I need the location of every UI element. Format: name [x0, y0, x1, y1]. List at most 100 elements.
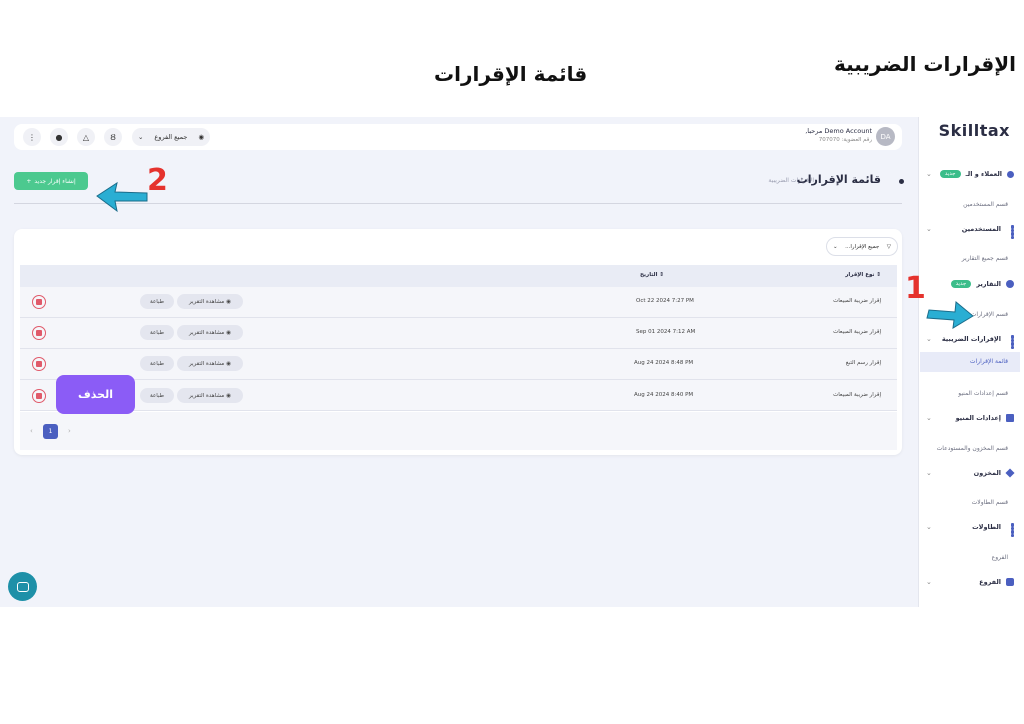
sidebar-item-label: إعدادات المنيو: [955, 414, 1001, 422]
chevron-down-icon: ⌄: [833, 243, 838, 250]
box-icon: [1005, 468, 1015, 478]
chevron-down-icon: ⌄: [926, 469, 932, 477]
row-date: Sep 01 2024 7:12 AM: [636, 329, 696, 335]
chevron-down-icon: ⌄: [926, 170, 932, 178]
section-label-branches: الفروع: [991, 554, 1008, 561]
sidebar-item-branches[interactable]: الفروع ⌄: [922, 573, 1020, 591]
section-label-reports: قسم جميع التقارير: [961, 255, 1008, 262]
create-return-button[interactable]: إنشاء إقرار جديد +: [14, 172, 88, 190]
view-report-button[interactable]: ◉ مشاهدة التقرير: [177, 356, 243, 371]
row-date: Aug 24 2024 8:48 PM: [634, 360, 694, 366]
sidebar-item-reports[interactable]: التقارير جديد: [922, 275, 1020, 293]
settings-icon[interactable]: ●: [50, 128, 68, 146]
sidebar-item-menu-settings[interactable]: إعدادات المنيو ⌄: [922, 409, 1020, 427]
welcome-text: Demo Account مرحبا,: [805, 127, 872, 135]
sidebar-item-label: التقارير: [976, 280, 1001, 288]
trash-icon[interactable]: [32, 357, 46, 371]
sidebar-item-label: العملاء و الـ: [965, 170, 1002, 178]
filter-label: جميع الإقرارا...: [845, 243, 880, 250]
print-button[interactable]: طباعة: [140, 388, 174, 403]
sidebar-subitem-returns-list[interactable]: قائمة الإقرارات: [970, 358, 1008, 365]
sidebar-item-tax-returns[interactable]: الإقرارات الضريبية ⌄: [922, 330, 1020, 349]
trash-icon[interactable]: [32, 295, 46, 309]
chevron-down-icon: ⌄: [926, 225, 932, 233]
new-badge: جديد: [939, 170, 961, 178]
new-badge: جديد: [950, 280, 972, 288]
pie-chart-icon: [1006, 280, 1014, 288]
chevron-down-icon: ⌄: [138, 133, 144, 141]
section-label-tables: قسم الطاولات: [971, 499, 1008, 506]
chevron-left-icon[interactable]: ‹: [30, 427, 33, 435]
section-label-returns: قسم الإقرارات: [970, 311, 1008, 318]
chevron-down-icon: ⌄: [926, 414, 932, 422]
create-button-label: إنشاء إقرار جديد: [34, 177, 76, 185]
sidebar-item-inventory[interactable]: المخزون ⌄: [922, 464, 1020, 482]
more-icon[interactable]: ⋮: [23, 128, 41, 146]
row-type: إقرار رسم التبغ: [845, 360, 881, 366]
eye-icon: ◉: [226, 298, 232, 305]
chevron-down-icon: ⌄: [926, 523, 932, 531]
eye-icon: ◉: [226, 360, 232, 367]
print-button[interactable]: طباعة: [140, 356, 174, 371]
language-icon[interactable]: Ȣ: [104, 128, 122, 146]
bell-icon[interactable]: △: [77, 128, 95, 146]
branch-icon: [1006, 578, 1014, 586]
sidebar-item-label: الفروع: [979, 578, 1001, 586]
arrow-icon: [96, 181, 148, 213]
column-header-type[interactable]: ⇕ نوع الإقرار: [845, 272, 881, 278]
member-number: رقم العضوية: 707070: [818, 137, 872, 143]
eye-icon: ◉: [226, 392, 232, 399]
section-label-menu: قسم إعدادات المنيو: [958, 390, 1008, 397]
page-title: قائمة الإقرارات: [796, 173, 881, 186]
trash-icon[interactable]: [32, 389, 46, 403]
branch-icon: ◉: [198, 133, 204, 141]
sidebar-item-label: المخزون: [973, 469, 1001, 477]
branch-select-label: جميع الفروع: [154, 133, 188, 141]
grid-icon: [1006, 523, 1014, 537]
breadcrumb-dot-icon: [899, 179, 904, 184]
row-date: Aug 24 2024 8:40 PM: [634, 392, 694, 398]
row-type: إقرار ضريبة المبيعات: [833, 329, 881, 335]
table-footer: [20, 412, 897, 450]
heading-returns-list: قائمة الإقرارات: [434, 62, 588, 86]
trash-icon[interactable]: [32, 326, 46, 340]
print-button[interactable]: طباعة: [140, 325, 174, 340]
view-report-button[interactable]: ◉ مشاهدة التقرير: [177, 294, 243, 309]
eye-icon: ◉: [226, 329, 232, 336]
row-type: إقرار ضريبة المبيعات: [833, 298, 881, 304]
delete-callout: الحذف: [56, 375, 135, 414]
page-number[interactable]: 1: [43, 424, 58, 439]
sidebar-item-users[interactable]: المستخدمين ⌄: [922, 220, 1020, 239]
table-header: [20, 265, 897, 287]
grid-icon: [1006, 335, 1014, 349]
view-report-button[interactable]: ◉ مشاهدة التقرير: [177, 388, 243, 403]
chat-button[interactable]: [8, 572, 37, 601]
sidebar-item-tables[interactable]: الطاولات ⌄: [922, 518, 1020, 537]
step-number-1: 1: [905, 271, 926, 306]
sidebar-item-label: الطاولات: [972, 523, 1001, 531]
chevron-right-icon[interactable]: ›: [68, 427, 71, 435]
grid-icon: [1006, 225, 1014, 239]
returns-filter-select[interactable]: ▽ جميع الإقرارا... ⌄: [826, 237, 898, 256]
step-number-2: 2: [147, 163, 168, 198]
chevron-down-icon: ⌄: [926, 335, 932, 343]
document-icon: [1006, 414, 1014, 422]
section-label-inventory: قسم المخزون والمستودعات: [936, 445, 1008, 452]
heading-tax-returns: الإقرارات الضريبية: [833, 52, 1016, 76]
row-date: Oct 22 2024 7:27 PM: [636, 298, 694, 304]
print-button[interactable]: طباعة: [140, 294, 174, 309]
sidebar-item-label: الإقرارات الضريبية: [941, 335, 1001, 343]
row-type: إقرار ضريبة المبيعات: [833, 392, 881, 398]
arrow-icon: [926, 301, 974, 329]
column-header-date[interactable]: ⇕ التاريخ: [640, 272, 664, 278]
branch-select[interactable]: ◉ جميع الفروع ⌄: [132, 128, 210, 146]
chevron-down-icon: ⌄: [926, 578, 932, 586]
avatar[interactable]: DA: [876, 127, 895, 146]
view-report-button[interactable]: ◉ مشاهدة التقرير: [177, 325, 243, 340]
chat-icon: [16, 581, 29, 592]
sidebar-item-label: المستخدمين: [961, 225, 1001, 233]
sidebar-item-customers[interactable]: العملاء و الـ جديد ⌄: [922, 165, 1020, 183]
users-icon: [1007, 170, 1014, 178]
logo: Skilltax: [938, 121, 1010, 140]
section-label-users: قسم المستخدمين: [963, 201, 1008, 208]
